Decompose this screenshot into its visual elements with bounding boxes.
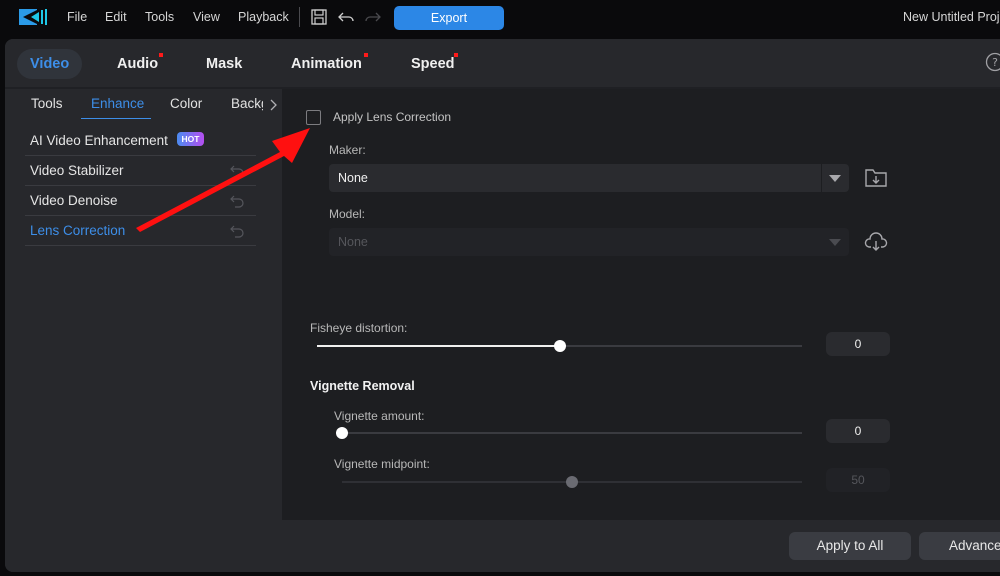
folder-download-icon[interactable] bbox=[864, 167, 888, 189]
fisheye-value-input[interactable]: 0 bbox=[826, 332, 890, 356]
subtab-tools[interactable]: Tools bbox=[31, 96, 63, 116]
vignette-amount-slider[interactable] bbox=[336, 427, 802, 439]
cloud-download-icon[interactable] bbox=[864, 231, 888, 253]
tab-mask[interactable]: Mask bbox=[206, 49, 242, 79]
enhance-sidebar: Tools Enhance Color Backg AI Video Enhan… bbox=[5, 89, 282, 572]
item-label: AI Video Enhancement bbox=[30, 133, 168, 148]
chevron-right-icon[interactable] bbox=[268, 98, 278, 112]
vignette-removal-heading: Vignette Removal bbox=[310, 379, 415, 393]
fisheye-slider-fill bbox=[317, 345, 560, 347]
fisheye-slider-handle[interactable] bbox=[553, 340, 566, 352]
apply-lens-correction-checkbox[interactable] bbox=[306, 110, 321, 125]
settings-footer: Apply to All Advanced bbox=[282, 520, 1000, 572]
project-title: New Untitled Proje bbox=[903, 10, 1000, 24]
vignette-midpoint-value-input[interactable]: 50 bbox=[826, 468, 890, 492]
vignette-amount-label: Vignette amount: bbox=[334, 409, 425, 423]
menu-view[interactable]: View bbox=[193, 0, 220, 35]
item-label: Video Denoise bbox=[30, 193, 118, 208]
animation-notification-dot bbox=[364, 53, 368, 57]
caret-down-icon bbox=[829, 175, 841, 182]
vignette-midpoint-slider[interactable] bbox=[342, 476, 802, 488]
item-label: Video Stabilizer bbox=[30, 163, 124, 178]
menu-tools[interactable]: Tools bbox=[145, 0, 174, 35]
help-icon[interactable]: ? bbox=[985, 52, 1000, 72]
list-item-video-denoise[interactable]: Video Denoise bbox=[25, 186, 256, 216]
list-item-ai-video-enhancement[interactable]: AI Video Enhancement HOT bbox=[25, 126, 256, 156]
tab-video[interactable]: Video bbox=[17, 49, 83, 79]
top-menu-bar: File Edit Tools View Playback Export New… bbox=[0, 0, 1000, 38]
reset-icon[interactable] bbox=[229, 194, 245, 208]
menu-file[interactable]: File bbox=[67, 0, 87, 35]
caret-down-icon bbox=[829, 239, 841, 246]
lens-correction-settings: Apply Lens Correction Maker: None Model:… bbox=[282, 89, 1000, 520]
apply-lens-correction-label[interactable]: Apply Lens Correction bbox=[333, 110, 451, 124]
dropdown-divider bbox=[821, 164, 822, 192]
reset-icon[interactable] bbox=[229, 224, 245, 238]
maker-label: Maker: bbox=[329, 143, 366, 157]
vignette-amount-value-input[interactable]: 0 bbox=[826, 419, 890, 443]
fisheye-distortion-label: Fisheye distortion: bbox=[310, 321, 408, 335]
speed-notification-dot bbox=[454, 53, 458, 57]
list-item-lens-correction[interactable]: Lens Correction bbox=[25, 216, 256, 246]
undo-icon[interactable] bbox=[337, 8, 355, 26]
app-logo-icon bbox=[19, 9, 47, 25]
vignette-amount-slider-handle[interactable] bbox=[336, 427, 348, 439]
model-value: None bbox=[338, 235, 368, 249]
subtab-color[interactable]: Color bbox=[170, 96, 202, 116]
menu-edit[interactable]: Edit bbox=[105, 0, 127, 35]
tab-audio[interactable]: Audio bbox=[117, 49, 158, 79]
reset-icon[interactable] bbox=[229, 164, 245, 178]
fisheye-slider[interactable] bbox=[317, 340, 802, 352]
tab-speed[interactable]: Speed bbox=[411, 49, 455, 79]
svg-text:?: ? bbox=[992, 56, 998, 69]
item-label: Lens Correction bbox=[30, 223, 126, 238]
model-dropdown[interactable]: None bbox=[329, 228, 849, 256]
save-icon[interactable] bbox=[310, 8, 328, 26]
edit-panel: Video Audio Mask Animation Speed ? Tools… bbox=[5, 39, 1000, 572]
maker-value: None bbox=[338, 171, 368, 185]
audio-notification-dot bbox=[159, 53, 163, 57]
redo-icon[interactable] bbox=[364, 8, 382, 26]
list-item-video-stabilizer[interactable]: Video Stabilizer bbox=[25, 156, 256, 186]
model-label: Model: bbox=[329, 207, 366, 221]
advanced-button[interactable]: Advanced bbox=[919, 532, 1000, 560]
subtab-enhance[interactable]: Enhance bbox=[91, 96, 144, 116]
subtab-active-indicator bbox=[81, 118, 151, 119]
vignette-midpoint-slider-handle[interactable] bbox=[566, 476, 578, 488]
subtab-background[interactable]: Backg bbox=[231, 96, 263, 116]
apply-to-all-button[interactable]: Apply to All bbox=[789, 532, 911, 560]
tab-animation[interactable]: Animation bbox=[291, 49, 362, 79]
maker-dropdown[interactable]: None bbox=[329, 164, 849, 192]
panel-tabs: Video Audio Mask Animation Speed ? bbox=[5, 39, 1000, 87]
hot-badge: HOT bbox=[177, 132, 204, 146]
menu-playback[interactable]: Playback bbox=[238, 0, 289, 35]
toolbar-divider bbox=[299, 7, 300, 27]
vignette-midpoint-label: Vignette midpoint: bbox=[334, 457, 430, 471]
export-button[interactable]: Export bbox=[394, 6, 504, 30]
